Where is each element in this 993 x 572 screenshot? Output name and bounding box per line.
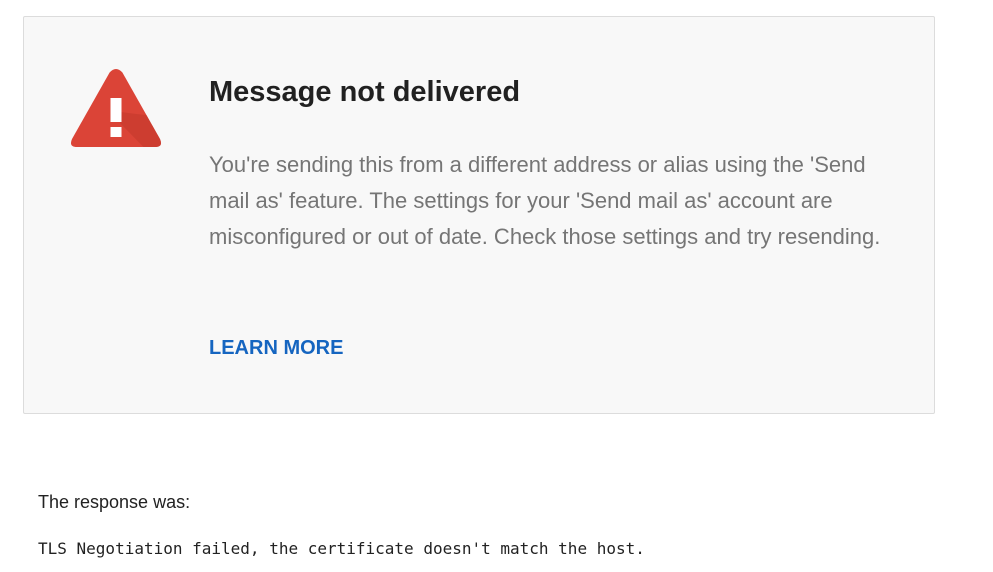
- response-detail: TLS Negotiation failed, the certificate …: [38, 539, 645, 558]
- notice-message: You're sending this from a different add…: [209, 152, 881, 249]
- notice-title: Message not delivered: [209, 76, 521, 108]
- warning-triangle-icon: [70, 69, 162, 147]
- learn-more-link[interactable]: LEARN MORE: [209, 332, 343, 364]
- delivery-failure-card: Message not delivered You're sending thi…: [23, 16, 935, 414]
- response-label: The response was:: [38, 492, 191, 512]
